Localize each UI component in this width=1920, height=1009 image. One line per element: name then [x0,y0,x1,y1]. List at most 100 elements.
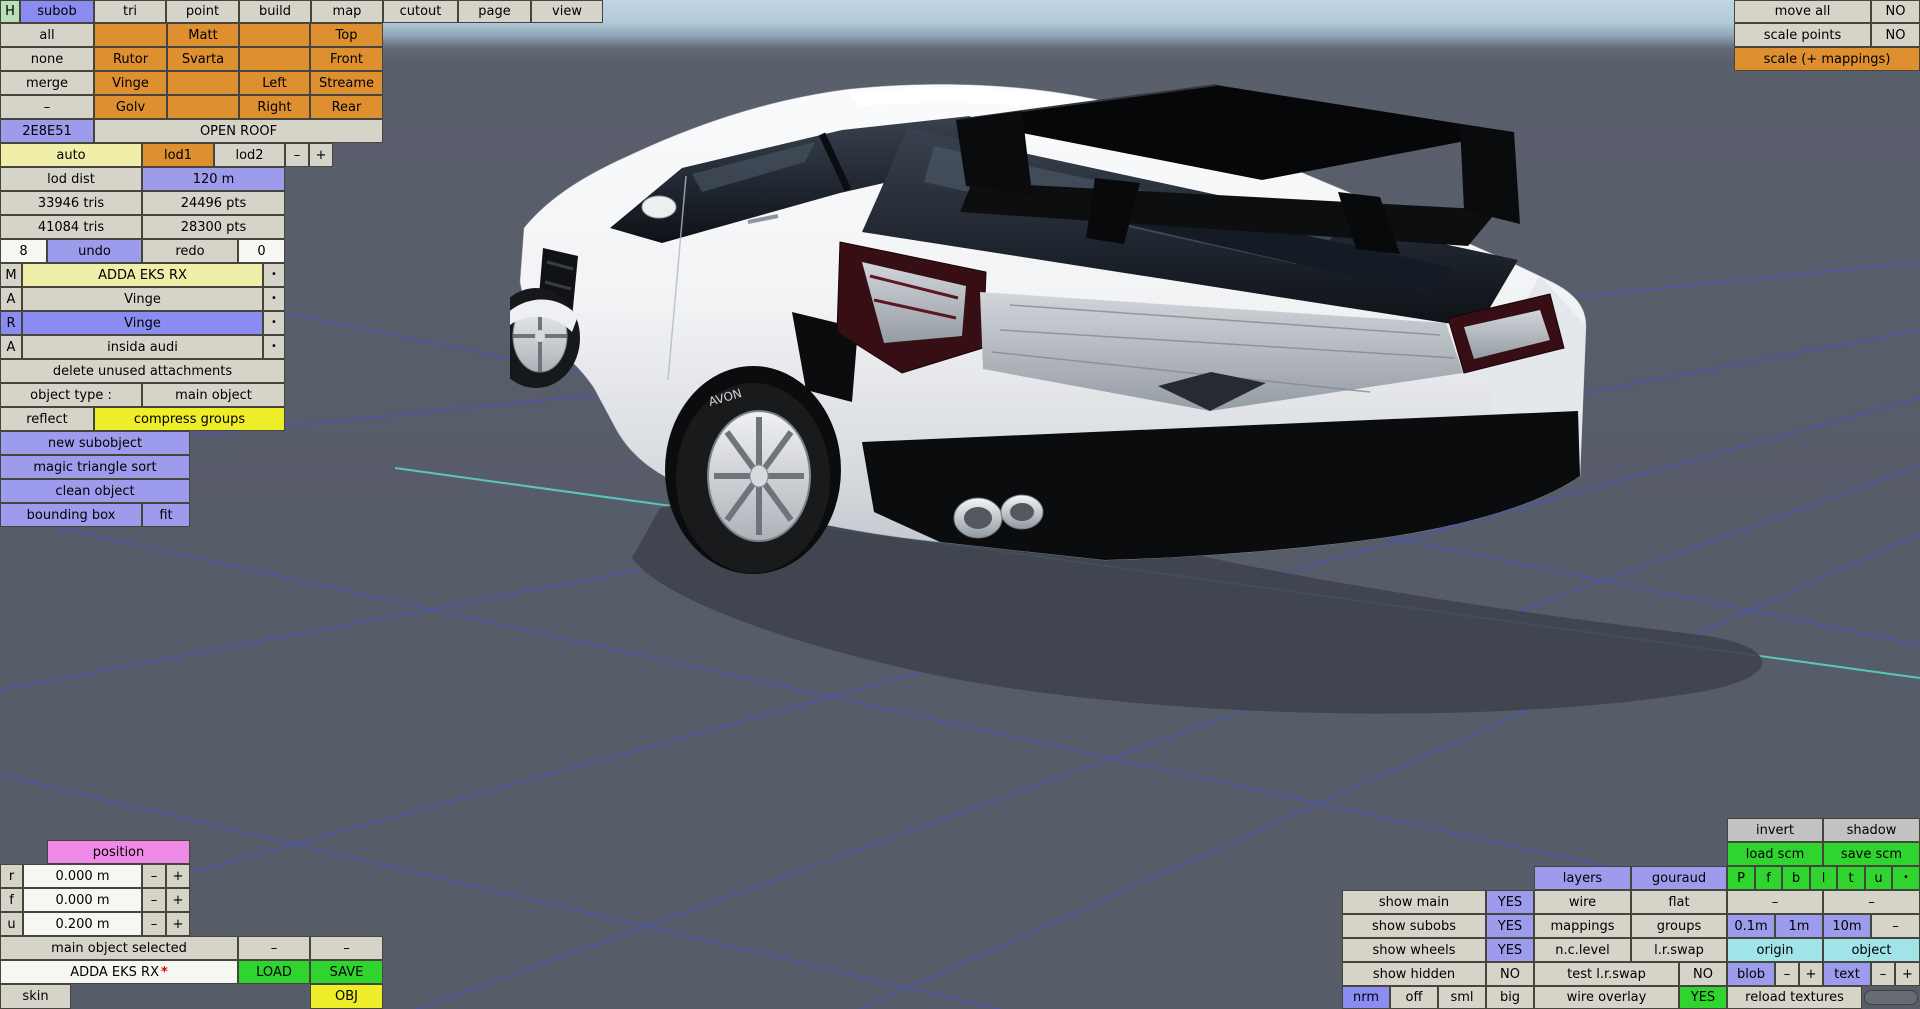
move-all-button[interactable]: move all [1734,0,1871,23]
show-hidden-button[interactable]: show hidden [1342,962,1486,986]
blob-minus[interactable]: – [1775,962,1799,986]
lod-plus-button[interactable]: + [309,143,333,167]
move-all-value[interactable]: NO [1871,0,1920,23]
channel-u-button[interactable]: u [1865,866,1892,890]
magic-triangle-sort-button[interactable]: magic triangle sort [0,455,190,479]
subobject-tag[interactable]: M [0,263,22,287]
tab-build[interactable]: build [239,0,311,23]
subobject-name[interactable]: Vinge [22,287,263,311]
blob-plus[interactable]: + [1799,962,1823,986]
bottom-scrollbar[interactable] [1864,990,1918,1005]
subobject-tag[interactable]: A [0,335,22,359]
side-mirror[interactable] [641,195,677,219]
object-button[interactable]: object [1823,938,1920,962]
lod-minus-button[interactable]: – [285,143,309,167]
selection-dash-2[interactable]: – [310,936,383,960]
grid-01m-button[interactable]: 0.1m [1727,914,1775,938]
undo-button[interactable]: undo [47,239,142,263]
tab-view[interactable]: view [531,0,603,23]
show-wheels-button[interactable]: show wheels [1342,938,1486,962]
color-hex-field[interactable]: 2E8E51 [0,119,94,143]
lr-swap-button[interactable]: l.r.swap [1631,938,1727,962]
subobject-tag-selected[interactable]: R [0,311,22,335]
subobject-dot-button[interactable]: • [263,335,285,359]
channel-f-button[interactable]: f [1755,866,1782,890]
flat-button[interactable]: flat [1631,890,1727,914]
load-scm-button[interactable]: load scm [1727,842,1823,866]
subobject-dot-button[interactable]: • [263,287,285,311]
text-minus[interactable]: – [1871,962,1895,986]
nrm-button[interactable]: nrm [1342,986,1390,1009]
save-button[interactable]: SAVE [310,960,383,984]
view-rear-button[interactable]: Rear [310,95,383,119]
gouraud-button[interactable]: gouraud [1631,866,1727,890]
button-streame[interactable]: Streame [310,71,383,95]
compress-groups-button[interactable]: compress groups [94,407,285,431]
tab-page[interactable]: page [458,0,531,23]
scale-points-value[interactable]: NO [1871,23,1920,47]
wire-button[interactable]: wire [1534,890,1631,914]
save-scm-button[interactable]: save scm [1823,842,1920,866]
show-hidden-value[interactable]: NO [1486,962,1534,986]
dash-button[interactable]: – [0,95,94,119]
channel-dot-button[interactable]: • [1892,866,1920,890]
nrm-off-button[interactable]: off [1390,986,1438,1009]
bounding-box-button[interactable]: bounding box [0,503,142,527]
button-golv[interactable]: Golv [94,95,167,119]
select-all-button[interactable]: all [0,23,94,47]
subobject-name-selected[interactable]: Vinge [22,311,263,335]
axis-u-value[interactable]: 0.200 m [23,912,142,936]
grid-cell-empty-4[interactable] [167,71,239,95]
view-right-button[interactable]: Right [239,95,310,119]
tab-cutout[interactable]: cutout [383,0,458,23]
axis-f-value[interactable]: 0.000 m [23,888,142,912]
layers-button[interactable]: layers [1534,866,1631,890]
lod-auto-button[interactable]: auto [0,143,142,167]
grid-cell-empty-5[interactable] [167,95,239,119]
menu-h[interactable]: H [0,0,20,23]
show-subobs-value[interactable]: YES [1486,914,1534,938]
new-subobject-button[interactable]: new subobject [0,431,190,455]
object-name-field[interactable]: ADDA EKS RX * [0,960,238,984]
fit-button[interactable]: fit [142,503,190,527]
nrm-sml-button[interactable]: sml [1438,986,1486,1009]
axis-f-plus[interactable]: + [166,888,190,912]
dash-button-2[interactable]: – [1823,890,1920,914]
grid-cell-empty-2[interactable] [239,23,310,47]
shadow-button[interactable]: shadow [1823,818,1920,842]
button-rutor[interactable]: Rutor [94,47,167,71]
open-roof-button[interactable]: OPEN ROOF [94,119,383,143]
subobject-name[interactable]: insida audi [22,335,263,359]
axis-u-minus[interactable]: – [142,912,166,936]
channel-p-button[interactable]: P [1727,866,1755,890]
load-button[interactable]: LOAD [238,960,310,984]
channel-l-button[interactable]: l [1810,866,1837,890]
wire-overlay-value[interactable]: YES [1679,986,1727,1009]
nrm-big-button[interactable]: big [1486,986,1534,1009]
grid-cell-empty-3[interactable] [239,47,310,71]
view-top-button[interactable]: Top [310,23,383,47]
blob-button[interactable]: blob [1727,962,1775,986]
dash-button-1[interactable]: – [1727,890,1823,914]
groups-button[interactable]: groups [1631,914,1727,938]
car-model[interactable]: AVON [510,80,1810,730]
delete-unused-button[interactable]: delete unused attachments [0,359,285,383]
invert-button[interactable]: invert [1727,818,1823,842]
test-lr-swap-button[interactable]: test l.r.swap [1534,962,1679,986]
show-main-button[interactable]: show main [1342,890,1486,914]
grid-dash-button[interactable]: – [1871,914,1920,938]
subobject-dot-button[interactable]: • [263,263,285,287]
selection-dash-1[interactable]: – [238,936,310,960]
subobject-dot-button[interactable]: • [263,311,285,335]
view-left-button[interactable]: Left [239,71,310,95]
reflect-button[interactable]: reflect [0,407,94,431]
text-plus[interactable]: + [1895,962,1920,986]
lod2-button[interactable]: lod2 [214,143,285,167]
wire-overlay-button[interactable]: wire overlay [1534,986,1679,1009]
tab-map[interactable]: map [311,0,383,23]
button-vinge[interactable]: Vinge [94,71,167,95]
button-svarta[interactable]: Svarta [167,47,239,71]
mappings-button[interactable]: mappings [1534,914,1631,938]
show-wheels-value[interactable]: YES [1486,938,1534,962]
subobject-name-main[interactable]: ADDA EKS RX [22,263,263,287]
